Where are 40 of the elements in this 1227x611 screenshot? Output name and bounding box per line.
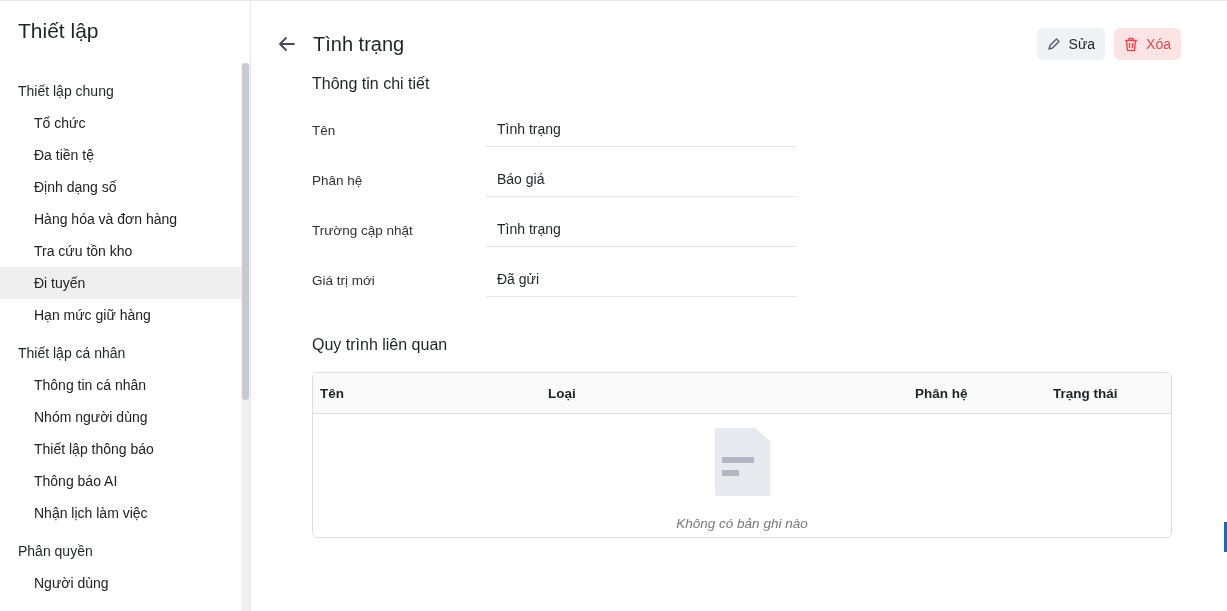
sidebar-item[interactable]: Hạn mức giữ hàng <box>0 299 241 331</box>
column-header: Loại <box>548 385 577 401</box>
field-label: Phân hệ <box>312 172 364 188</box>
scrollbar-thumb[interactable] <box>242 63 249 400</box>
group-heading: Thiết lập chung <box>17 82 115 101</box>
page-title: Tình trạng <box>313 32 406 56</box>
group-heading: Thiết lập cá nhân <box>17 344 127 363</box>
sidebar-item[interactable]: Thông tin cá nhân <box>0 369 241 401</box>
field-value: Đã gửi <box>486 263 796 297</box>
sidebar-item[interactable]: Tra cứu tồn kho <box>0 235 241 267</box>
edit-button[interactable]: Sửa <box>1036 28 1106 60</box>
field-value: Tình trạng <box>486 213 796 247</box>
sidebar-item[interactable]: Người dùng <box>0 567 241 599</box>
sidebar-item[interactable]: Thiết lập thông báo <box>0 433 241 465</box>
trash-icon <box>1124 36 1139 52</box>
sidebar-item[interactable]: Đa tiền tệ <box>0 139 241 171</box>
field-value: Tình trạng <box>486 113 796 147</box>
section-title: Quy trình liên quan <box>312 336 449 355</box>
sidebar-item[interactable]: Đi tuyến <box>0 267 241 299</box>
column-header: Tên <box>320 385 345 401</box>
section-title: Thông tin chi tiết <box>312 75 431 94</box>
sidebar-item[interactable]: Tổ chức <box>0 107 241 139</box>
field-label: Trường cập nhật <box>312 222 414 238</box>
column-header: Phân hệ <box>915 385 969 401</box>
pencil-icon <box>1046 37 1061 51</box>
sidebar-item[interactable]: Nhận lịch làm việc <box>0 497 241 529</box>
sidebar-title: Thiết lập <box>18 19 100 44</box>
column-header: Trạng thái <box>1053 385 1119 401</box>
side-tab[interactable] <box>1224 522 1227 552</box>
group-heading: Phân quyền <box>17 542 94 561</box>
sidebar-item[interactable]: Định dạng số <box>0 171 241 203</box>
field-label: Giá trị mới <box>312 272 376 288</box>
sidebar-item[interactable]: Hàng hóa và đơn hàng <box>0 203 241 235</box>
empty-message: Không có bản ghi nào <box>676 516 808 531</box>
back-arrow-icon[interactable] <box>277 34 297 54</box>
sidebar-item[interactable]: Thông báo AI <box>0 465 241 497</box>
empty-document-icon <box>714 428 770 496</box>
sidebar-item[interactable]: Nhóm người dùng <box>0 401 241 433</box>
field-value: Báo giá <box>486 163 796 197</box>
field-label: Tên <box>312 122 337 138</box>
